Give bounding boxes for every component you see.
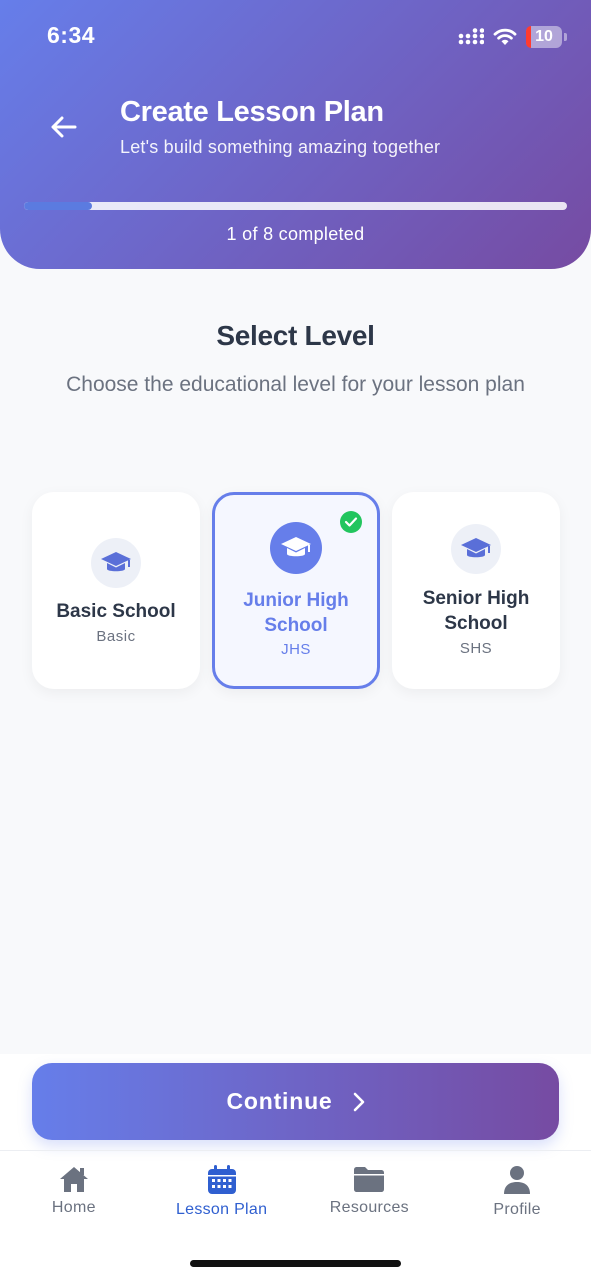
tab-bar: Home Lesson Plan Resources Profile [0, 1150, 591, 1230]
level-name: Junior High School [243, 590, 349, 636]
progress-label: 1 of 8 completed [226, 224, 365, 244]
level-code: SHS [459, 640, 493, 657]
arrow-left-icon [51, 116, 77, 138]
wifi-icon [493, 28, 517, 45]
level-card-shs[interactable]: Senior High School SHS [392, 492, 560, 689]
folder-icon [354, 1167, 385, 1192]
graduation-cap-icon [451, 524, 501, 574]
graduation-cap-icon [270, 522, 322, 574]
tab-resources[interactable]: Resources [296, 1151, 444, 1230]
tab-lesson-plan[interactable]: Lesson Plan [148, 1151, 296, 1230]
check-icon [340, 511, 362, 533]
level-name: Basic School [56, 601, 176, 622]
calendar-icon [207, 1165, 236, 1194]
tab-label: Home [51, 1199, 96, 1216]
progress-fill [24, 202, 92, 210]
level-code: Basic [96, 628, 136, 645]
tab-label: Lesson Plan [175, 1201, 268, 1218]
signal-icon [458, 28, 484, 45]
battery-icon: 10 [526, 26, 562, 48]
tab-label: Resources [329, 1199, 409, 1216]
page-title: Create Lesson Plan [120, 96, 384, 128]
level-card-basic[interactable]: Basic School Basic [32, 492, 200, 689]
level-name: Senior High School [422, 588, 530, 634]
continue-button[interactable]: Continue [32, 1063, 559, 1140]
continue-label: Continue [226, 1088, 333, 1114]
home-indicator [190, 1260, 401, 1267]
chevron-right-icon [353, 1092, 365, 1112]
tab-home[interactable]: Home [0, 1151, 148, 1230]
back-button[interactable] [46, 110, 80, 144]
status-icons: 10 [458, 24, 567, 50]
tab-label: Profile [493, 1201, 541, 1218]
status-time: 6:34 [47, 22, 96, 48]
graduation-cap-icon [91, 538, 141, 588]
tab-profile[interactable]: Profile [443, 1151, 591, 1230]
level-code: JHS [281, 641, 311, 658]
user-icon [504, 1166, 531, 1194]
battery-level: 10 [535, 28, 553, 45]
page-subtitle: Let's build something amazing together [120, 137, 441, 157]
progress-bar [24, 202, 567, 210]
home-icon [59, 1167, 88, 1192]
section-description: Choose the educational level for your le… [66, 373, 525, 396]
section-title: Select Level [216, 320, 375, 351]
level-card-jhs[interactable]: Junior High School JHS [212, 492, 380, 689]
header: 6:34 10 Create Lesson Plan Let's build s… [0, 0, 591, 269]
